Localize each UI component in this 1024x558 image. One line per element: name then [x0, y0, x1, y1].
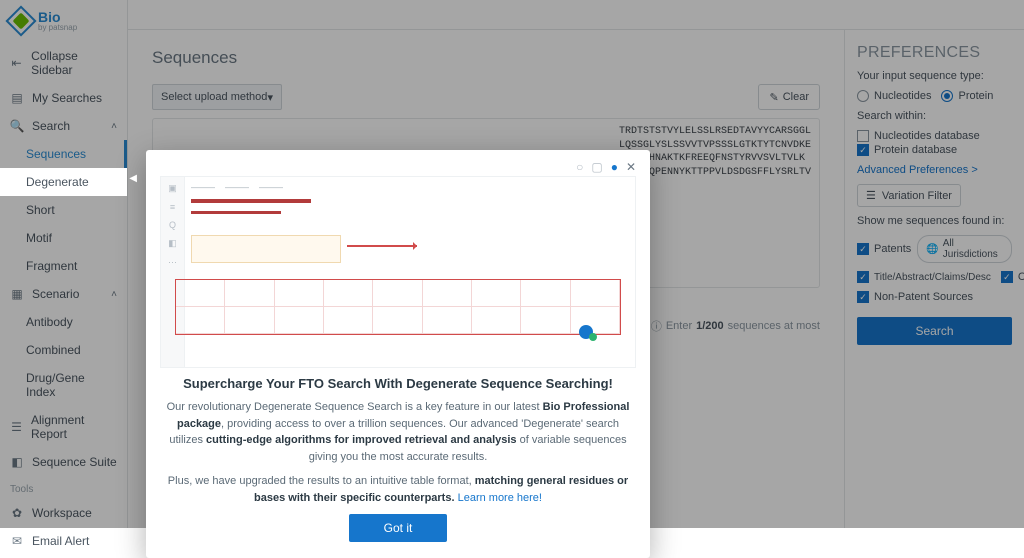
modal-dot-icon: ▢ [591, 160, 602, 174]
modal-dot-active-icon: ● [611, 160, 618, 174]
modal-screenshot: ▣≡Q◧⋯ ————————— [160, 176, 636, 368]
sidebar-sub-degenerate[interactable]: Degenerate [0, 168, 127, 196]
email-alert-label: Email Alert [32, 534, 89, 548]
modal-heading: Supercharge Your FTO Search With Degener… [160, 376, 636, 391]
sidebar-email-alert[interactable]: ✉ Email Alert [0, 527, 127, 555]
email-icon: ✉ [10, 534, 24, 548]
got-it-button[interactable]: Got it [349, 514, 447, 542]
modal-paragraph-2: Plus, we have upgraded the results to an… [160, 473, 636, 506]
onboarding-modal: ○ ▢ ● ✕ ▣≡Q◧⋯ ————————— Supercharge Your… [146, 150, 650, 558]
modal-close-button[interactable]: ✕ [626, 160, 636, 174]
modal-dot-icon: ○ [576, 160, 583, 174]
learn-more-link[interactable]: Learn more here! [455, 492, 542, 504]
modal-paragraph-1: Our revolutionary Degenerate Sequence Se… [160, 399, 636, 465]
